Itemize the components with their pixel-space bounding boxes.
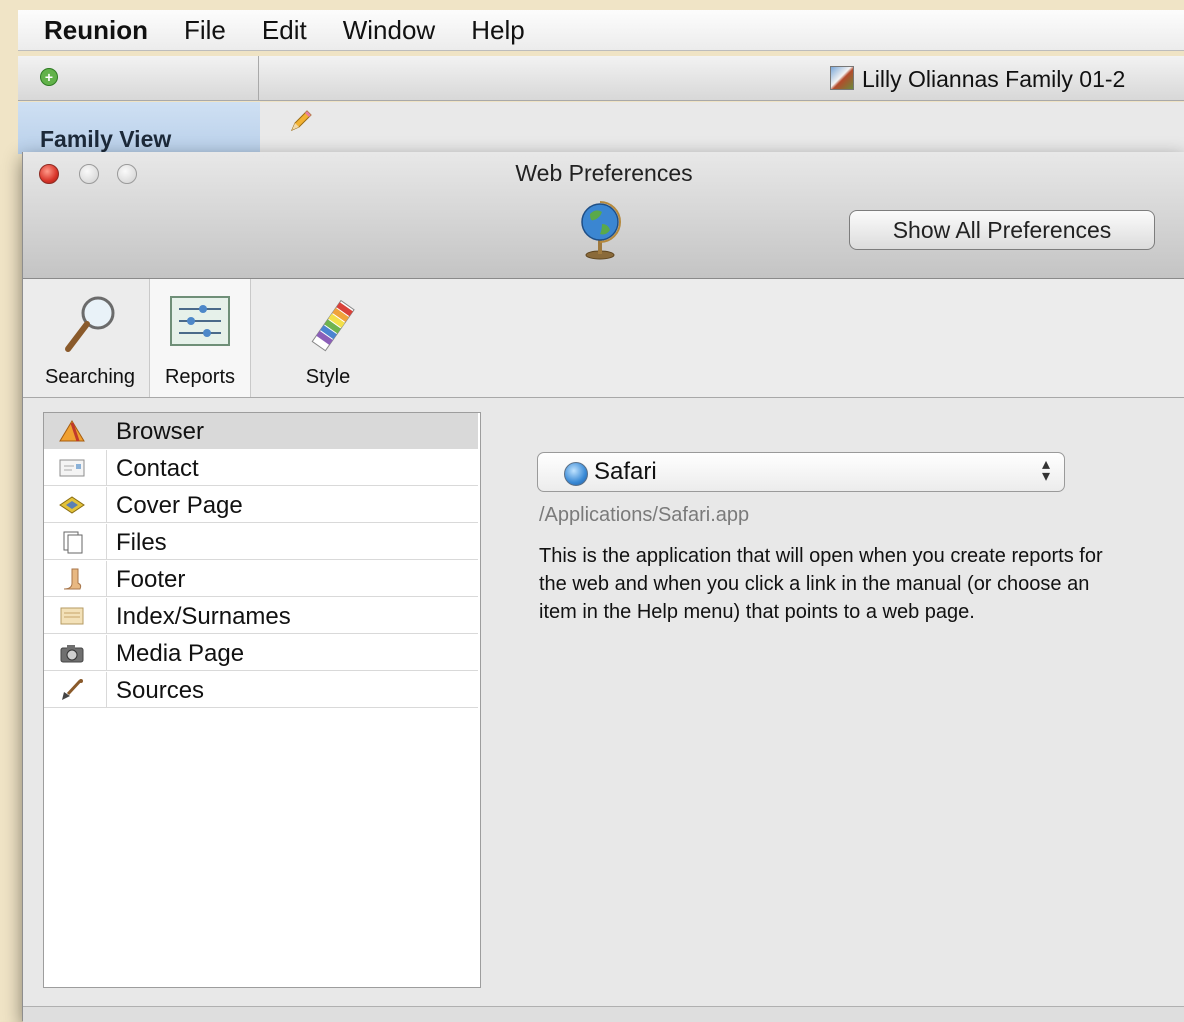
list-item-media-page[interactable]: Media Page (44, 635, 478, 671)
contact-card-icon (59, 459, 85, 477)
chevron-up-down-icon: ▴ ▾ (1041, 456, 1050, 485)
safari-icon (564, 462, 588, 486)
browser-select[interactable]: Safari ▴ ▾ (537, 452, 1065, 492)
prefs-titlebar: Web Preferences Show All Preferences (23, 152, 1184, 279)
sliders-icon (170, 296, 230, 346)
list-item-browser[interactable]: Browser (44, 413, 478, 449)
list-divider (106, 635, 107, 671)
pencil-icon[interactable] (288, 108, 314, 134)
list-divider (106, 561, 107, 597)
list-item-label: Contact (116, 455, 199, 482)
document-title-text: Lilly Oliannas Family 01-2 (862, 66, 1126, 92)
category-list: Browser Contact Cover Page Files Footer … (43, 412, 481, 988)
outer-frame-left (0, 0, 18, 1021)
sidebar-item-family-view[interactable]: Family View (18, 102, 260, 154)
tab-reports[interactable]: Reports (149, 279, 251, 397)
menu-app-reunion[interactable]: Reunion (18, 15, 166, 46)
list-item-sources[interactable]: Sources (44, 672, 478, 708)
menu-file[interactable]: File (166, 15, 244, 46)
document-edit-strip (260, 102, 1184, 155)
magnifier-icon (65, 296, 115, 352)
list-item-footer[interactable]: Footer (44, 561, 478, 597)
list-item-label: Browser (116, 418, 205, 445)
document-title: Lilly Oliannas Family 01-2 (830, 66, 1125, 93)
footer-icon (63, 568, 82, 590)
index-icon (60, 607, 84, 625)
document-sidebar-header: + (18, 56, 259, 100)
outer-frame-top (0, 0, 1184, 10)
tab-style-label: Style (305, 366, 351, 388)
list-item-cover-page[interactable]: Cover Page (44, 487, 478, 523)
list-divider (106, 487, 107, 523)
prefs-content: Browser Contact Cover Page Files Footer … (23, 398, 1184, 1006)
list-divider (106, 413, 107, 449)
list-item-label: Footer (116, 566, 186, 593)
tab-searching-label: Searching (44, 366, 136, 388)
browser-app-path: /Applications/Safari.app (539, 504, 750, 526)
window-title: Web Preferences (515, 160, 693, 186)
list-item-label: Media Page (116, 640, 245, 667)
list-divider (106, 524, 107, 560)
tab-reports-label: Reports (164, 366, 236, 388)
menu-edit[interactable]: Edit (244, 15, 325, 46)
prefs-tab-bar: Searching Reports Style (23, 279, 1184, 398)
list-divider (106, 450, 107, 486)
menu-help[interactable]: Help (453, 15, 542, 46)
files-icon (63, 531, 83, 554)
list-item-label: Files (116, 529, 167, 556)
cover-page-icon (59, 496, 85, 514)
browser-select-value: Safari (594, 458, 657, 485)
list-item-label: Cover Page (116, 492, 243, 519)
window-bottom-bar (23, 1006, 1184, 1022)
globe-icon (581, 201, 621, 260)
list-item-label: Sources (116, 677, 205, 704)
tab-style[interactable]: Style (263, 279, 393, 397)
list-divider (106, 598, 107, 634)
list-item-files[interactable]: Files (44, 524, 478, 560)
browser-icon (59, 420, 85, 442)
swatches-icon (311, 299, 355, 352)
family-file-icon (830, 66, 854, 90)
menu-bar: Reunion File Edit Window Help (18, 10, 1184, 51)
browser-description: This is the application that will open w… (539, 545, 1103, 623)
web-preferences-window: Web Preferences Show All Preferences Sea… (22, 152, 1184, 1022)
camera-icon (60, 645, 84, 663)
show-all-preferences-button[interactable]: Show All Preferences (849, 210, 1155, 250)
list-item-label: Index/Surnames (116, 603, 291, 630)
list-item-contact[interactable]: Contact (44, 450, 478, 486)
menu-window[interactable]: Window (325, 15, 453, 46)
list-item-index-surnames[interactable]: Index/Surnames (44, 598, 478, 634)
tab-searching[interactable]: Searching (33, 279, 147, 397)
shovel-icon (62, 679, 83, 700)
add-icon[interactable]: + (40, 68, 58, 86)
list-divider (106, 672, 107, 708)
